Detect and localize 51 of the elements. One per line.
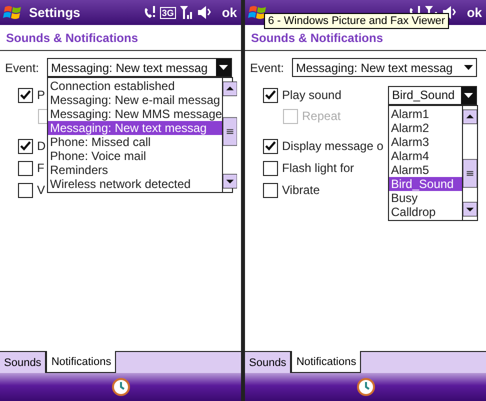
option-label: Flash light for [282, 161, 354, 175]
list-item[interactable]: Bird_Sound [389, 176, 462, 190]
scrollbar[interactable] [222, 78, 238, 192]
event-dropdown[interactable]: Messaging: New text messag [292, 58, 477, 77]
tooltip: 6 - Windows Picture and Fax Viewer [264, 13, 450, 29]
option-label: Repeat [302, 109, 341, 123]
checkbox[interactable] [263, 88, 278, 102]
option-label: Vibrate [282, 183, 320, 197]
checkmark-icon [20, 90, 31, 100]
speaker-icon[interactable] [198, 6, 212, 19]
list-item[interactable]: Messaging: New MMS message [48, 107, 222, 121]
option-label: Display message o [282, 139, 384, 153]
windows-logo-icon[interactable] [3, 4, 23, 22]
option-label: Play sound [282, 88, 342, 102]
checkbox[interactable] [18, 160, 33, 176]
checkmark-icon [20, 141, 31, 151]
caret-icon [464, 92, 473, 98]
window-title: Settings [29, 5, 80, 20]
caret-icon [219, 65, 228, 70]
ok-button[interactable]: ok [466, 5, 482, 20]
phone-alert-icon[interactable] [144, 6, 156, 19]
option-label: D [37, 139, 46, 153]
checkbox[interactable] [263, 182, 278, 198]
network-indicator[interactable]: 3G [160, 6, 176, 18]
sound-dropdown[interactable]: Bird_Sound [388, 86, 477, 104]
option-label: V [37, 183, 46, 197]
page-heading: Sounds & Notifications [0, 25, 241, 51]
windows-logo-icon[interactable] [248, 4, 268, 22]
event-label: Event: [5, 60, 40, 74]
signal-icon[interactable] [180, 6, 194, 19]
checkbox[interactable] [18, 88, 33, 102]
checkbox[interactable] [263, 160, 278, 176]
ok-button[interactable]: ok [222, 5, 237, 20]
clock-icon[interactable] [112, 378, 130, 396]
clock-icon[interactable] [356, 378, 374, 396]
caret-icon [464, 65, 473, 70]
list-item[interactable]: Messaging: New e-mail messag [48, 93, 222, 107]
checkbox[interactable] [18, 182, 33, 198]
option-label: P [37, 88, 46, 102]
page-heading: Sounds & Notifications [245, 25, 486, 51]
event-dropdown[interactable]: Messaging: New text messag [47, 58, 232, 77]
tab[interactable]: Notifications [291, 351, 362, 373]
option-label: F [37, 161, 44, 175]
checkbox[interactable] [263, 138, 278, 154]
checkbox[interactable] [18, 138, 33, 154]
checkmark-icon [265, 141, 276, 151]
checkmark-icon [265, 90, 276, 100]
tab[interactable]: Notifications [46, 351, 116, 373]
list-item[interactable]: Messaging: New text messag [48, 121, 222, 135]
event-label: Event: [250, 60, 286, 74]
scrollbar[interactable] [462, 106, 477, 220]
